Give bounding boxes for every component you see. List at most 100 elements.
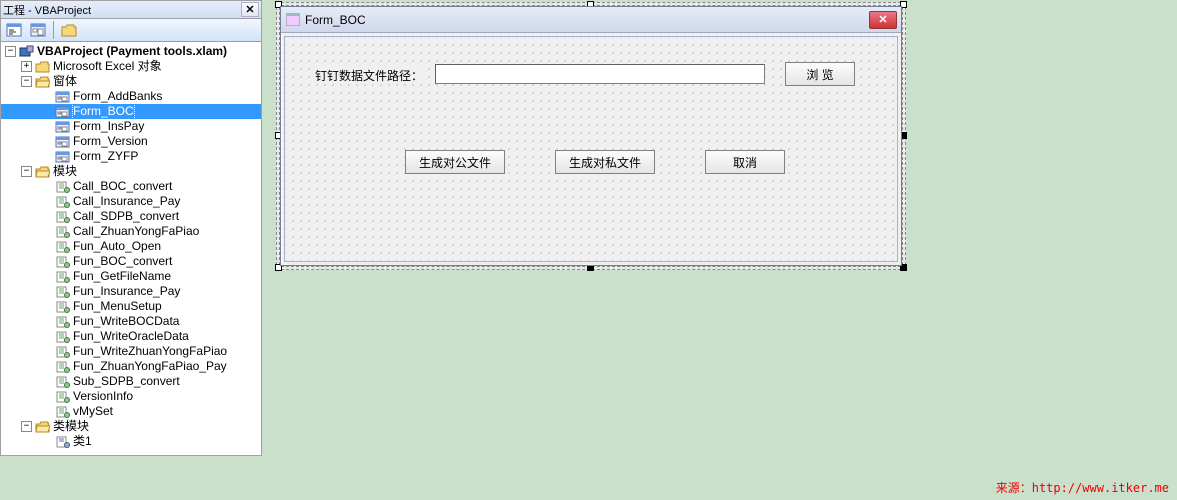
- tree-classmodule-item[interactable]: 类1: [1, 434, 261, 449]
- browse-button[interactable]: 浏 览: [785, 62, 855, 86]
- folder-icon: [61, 24, 77, 37]
- tree-label: 类模块: [53, 419, 89, 434]
- tree-modules-folder[interactable]: − 模块: [1, 164, 261, 179]
- tree-label: Microsoft Excel 对象: [53, 59, 162, 74]
- project-explorer-toolbar: [1, 19, 261, 42]
- module-icon: [55, 300, 70, 313]
- tree-label: Form_AddBanks: [73, 89, 162, 104]
- folder-open-icon: [35, 165, 50, 178]
- tree-label: Call_SDPB_convert: [73, 209, 179, 224]
- cancel-button[interactable]: 取消: [705, 150, 785, 174]
- tree-module-item[interactable]: Fun_WriteZhuanYongFaPiao: [1, 344, 261, 359]
- tree-form-item[interactable]: Form_ZYFP: [1, 149, 261, 164]
- tree-module-item[interactable]: Fun_Insurance_Pay: [1, 284, 261, 299]
- path-label: 钉钉数据文件路径：: [315, 67, 423, 84]
- toggle-folders-button[interactable]: [58, 20, 80, 40]
- module-icon: [55, 285, 70, 298]
- module-icon: [55, 405, 70, 418]
- tree-module-item[interactable]: Fun_GetFileName: [1, 269, 261, 284]
- close-icon[interactable]: ✕: [241, 2, 259, 17]
- module-icon: [55, 375, 70, 388]
- tree-module-item[interactable]: Fun_ZhuanYongFaPiao_Pay: [1, 359, 261, 374]
- tree-label: Fun_ZhuanYongFaPiao_Pay: [73, 359, 227, 374]
- classmodule-icon: [55, 435, 70, 448]
- tree-module-item[interactable]: Fun_BOC_convert: [1, 254, 261, 269]
- project-tree[interactable]: − VBAProject (Payment tools.xlam) + Micr…: [1, 42, 261, 455]
- tree-label: VBAProject (Payment tools.xlam): [37, 44, 227, 59]
- tree-label: Call_ZhuanYongFaPiao: [73, 224, 199, 239]
- twist-icon[interactable]: −: [21, 166, 32, 177]
- generate-public-button[interactable]: 生成对公文件: [405, 150, 505, 174]
- tree-module-item[interactable]: Fun_MenuSetup: [1, 299, 261, 314]
- tree-label: Fun_WriteBOCData: [73, 314, 179, 329]
- tree-excel-objects[interactable]: + Microsoft Excel 对象: [1, 59, 261, 74]
- twist-icon[interactable]: −: [21, 76, 32, 87]
- form-titlebar[interactable]: Form_BOC ✕: [281, 7, 901, 33]
- module-icon: [55, 270, 70, 283]
- tree-classmodules-folder[interactable]: − 类模块: [1, 419, 261, 434]
- tree-label: Form_BOC: [73, 104, 134, 119]
- vba-project-icon: [19, 45, 34, 58]
- tree-label: Fun_GetFileName: [73, 269, 171, 284]
- module-icon: [55, 210, 70, 223]
- close-icon[interactable]: ✕: [869, 11, 897, 29]
- tree-label: Call_Insurance_Pay: [73, 194, 180, 209]
- tree-module-item[interactable]: Fun_WriteOracleData: [1, 329, 261, 344]
- module-icon: [55, 195, 70, 208]
- tree-project-root[interactable]: − VBAProject (Payment tools.xlam): [1, 44, 261, 59]
- tree-label: Form_InsPay: [73, 119, 144, 134]
- userform-icon: [55, 90, 70, 103]
- tree-module-item[interactable]: Sub_SDPB_convert: [1, 374, 261, 389]
- form-designer-canvas[interactable]: Form_BOC ✕ 钉钉数据文件路径： 浏 览 生成对公文件 生成对私文件 取…: [262, 0, 1177, 500]
- tree-label: Form_ZYFP: [73, 149, 138, 164]
- tree-form-item[interactable]: Form_Version: [1, 134, 261, 149]
- tree-label: Fun_MenuSetup: [73, 299, 162, 314]
- view-object-button[interactable]: [27, 20, 49, 40]
- tree-label: Fun_WriteZhuanYongFaPiao: [73, 344, 227, 359]
- path-input[interactable]: [435, 64, 765, 84]
- module-icon: [55, 345, 70, 358]
- tree-module-item[interactable]: vMySet: [1, 404, 261, 419]
- view-code-button[interactable]: [3, 20, 25, 40]
- folder-open-icon: [35, 420, 50, 433]
- tree-module-item[interactable]: Call_ZhuanYongFaPiao: [1, 224, 261, 239]
- userform-icon: [55, 135, 70, 148]
- twist-icon[interactable]: −: [5, 46, 16, 57]
- tree-module-item[interactable]: Call_SDPB_convert: [1, 209, 261, 224]
- tree-label: Form_Version: [73, 134, 148, 149]
- twist-icon[interactable]: +: [21, 61, 32, 72]
- form-window[interactable]: Form_BOC ✕ 钉钉数据文件路径： 浏 览 生成对公文件 生成对私文件 取…: [280, 6, 902, 266]
- tree-label: vMySet: [73, 404, 113, 419]
- module-icon: [55, 330, 70, 343]
- tree-label: VersionInfo: [73, 389, 133, 404]
- tree-form-item[interactable]: Form_InsPay: [1, 119, 261, 134]
- tree-label: Sub_SDPB_convert: [73, 374, 180, 389]
- tree-label: Call_BOC_convert: [73, 179, 172, 194]
- form-selection-outline[interactable]: Form_BOC ✕ 钉钉数据文件路径： 浏 览 生成对公文件 生成对私文件 取…: [280, 6, 902, 266]
- module-icon: [55, 240, 70, 253]
- module-icon: [55, 315, 70, 328]
- tree-module-item[interactable]: Fun_WriteBOCData: [1, 314, 261, 329]
- folder-closed-icon: [35, 60, 50, 73]
- userform-icon: [55, 150, 70, 163]
- tree-label: 模块: [53, 164, 77, 179]
- project-explorer-title: 工程 - VBAProject: [3, 2, 91, 18]
- module-icon: [55, 225, 70, 238]
- twist-icon[interactable]: −: [21, 421, 32, 432]
- module-icon: [55, 180, 70, 193]
- code-icon: [6, 23, 22, 37]
- tree-label: 类1: [73, 434, 92, 449]
- tree-module-item[interactable]: Call_BOC_convert: [1, 179, 261, 194]
- tree-forms-folder[interactable]: − 窗体: [1, 74, 261, 89]
- project-explorer-panel: 工程 - VBAProject ✕ − VBAProject (Payment …: [0, 0, 262, 456]
- tree-module-item[interactable]: VersionInfo: [1, 389, 261, 404]
- userform-icon: [55, 105, 70, 118]
- tree-form-item[interactable]: Form_BOC: [1, 104, 261, 119]
- tree-module-item[interactable]: Call_Insurance_Pay: [1, 194, 261, 209]
- watermark-text: 来源：http://www.itker.me: [996, 479, 1169, 496]
- tree-form-item[interactable]: Form_AddBanks: [1, 89, 261, 104]
- userform-icon: [285, 12, 301, 28]
- generate-private-button[interactable]: 生成对私文件: [555, 150, 655, 174]
- tree-module-item[interactable]: Fun_Auto_Open: [1, 239, 261, 254]
- form-client-area[interactable]: 钉钉数据文件路径： 浏 览 生成对公文件 生成对私文件 取消: [284, 36, 898, 262]
